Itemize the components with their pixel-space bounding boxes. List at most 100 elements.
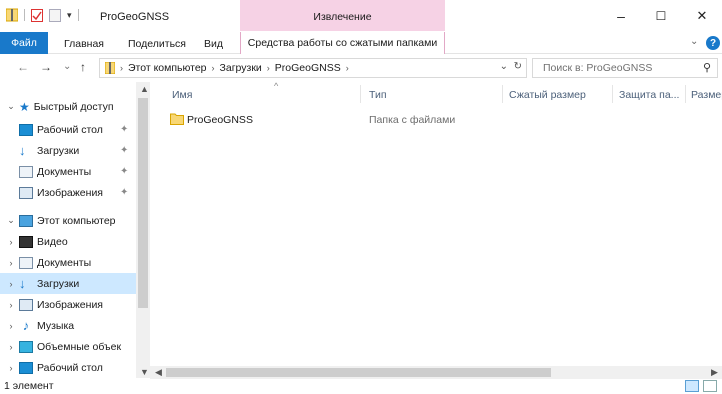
chevron-right-icon[interactable]: › <box>7 237 15 247</box>
this-pc-node[interactable]: ⌄ Этот компьютер <box>0 210 136 231</box>
status-bar: 1 элемент <box>0 379 722 394</box>
column-separator[interactable] <box>612 85 613 103</box>
help-icon[interactable]: ? <box>706 36 720 50</box>
navigation-pane: ⌄ ★ Быстрый доступ Рабочий стол ✦ ↓ Загр… <box>0 82 150 378</box>
file-name[interactable]: ProGeoGNSS <box>187 114 253 126</box>
chevron-right-icon[interactable]: › <box>346 63 349 73</box>
chevron-right-icon[interactable]: › <box>7 342 15 352</box>
chevron-right-icon[interactable]: › <box>7 321 15 331</box>
chevron-right-icon[interactable]: › <box>212 63 215 73</box>
navigation-bar: ← → ⌄ ↑ › Этот компьютер › Загрузки › Pr… <box>0 55 722 81</box>
customize-qat-icon[interactable]: ▾ <box>67 10 72 21</box>
documents-icon <box>19 165 33 178</box>
address-dropdown-icon[interactable]: ⌄ <box>500 61 508 72</box>
title-bar: ▾ ProGeoGNSS Извлечение – ☐ ✕ <box>0 0 722 32</box>
tab-view[interactable]: Вид <box>204 38 223 50</box>
sidebar-item-this-pc: Этот компьютер <box>37 214 116 227</box>
large-icons-view-icon[interactable] <box>703 380 717 392</box>
refresh-icon[interactable]: ↻ <box>514 61 522 72</box>
ribbon-tabs: Файл Главная Поделиться Вид Средства раб… <box>0 32 722 54</box>
download-icon: ↓ <box>19 142 26 158</box>
sidebar-item-desktop[interactable]: Рабочий стол ✦ <box>0 119 136 140</box>
context-group-title: Извлечение <box>313 11 372 23</box>
sidebar-item-documents[interactable]: › Документы <box>0 252 136 273</box>
column-header-size[interactable]: Размер <box>691 89 722 101</box>
chevron-right-icon[interactable]: › <box>7 258 15 268</box>
search-icon[interactable]: ⚲ <box>703 61 711 74</box>
column-separator[interactable] <box>685 85 686 103</box>
maximize-button[interactable]: ☐ <box>641 0 681 31</box>
sidebar-item-pictures[interactable]: › Изображения <box>0 294 136 315</box>
chevron-right-icon[interactable]: › <box>120 63 123 73</box>
tab-file[interactable]: Файл <box>0 32 48 54</box>
column-header-protection[interactable]: Защита па... <box>619 89 679 101</box>
horizontal-scroll-thumb[interactable] <box>166 368 551 377</box>
chevron-down-icon[interactable]: ⌄ <box>7 101 15 112</box>
column-header-type[interactable]: Тип <box>369 89 387 101</box>
forward-button[interactable]: → <box>40 60 52 74</box>
pin-icon[interactable]: ✦ <box>120 124 128 135</box>
chevron-down-icon[interactable]: ⌄ <box>7 215 15 226</box>
breadcrumb-progeognss[interactable]: ProGeoGNSS <box>275 62 341 74</box>
folder-icon[interactable] <box>170 112 184 125</box>
search-box[interactable]: Поиск в: ProGeoGNSS ⚲ <box>532 58 718 78</box>
sidebar-item-pictures-quick[interactable]: Изображения ✦ <box>0 182 136 203</box>
3d-objects-icon <box>19 340 33 353</box>
sidebar-item-videos[interactable]: › Видео <box>0 231 136 252</box>
address-bar[interactable]: › Этот компьютер › Загрузки › ProGeoGNSS… <box>99 58 527 78</box>
sidebar-scroll-thumb[interactable] <box>138 98 148 308</box>
scroll-up-icon[interactable]: ▲ <box>140 84 149 94</box>
sidebar-item-documents-quick[interactable]: Документы ✦ <box>0 161 136 182</box>
sidebar-item-downloads-quick[interactable]: ↓ Загрузки ✦ <box>0 140 136 161</box>
sidebar-item-label: Рабочий стол <box>37 123 103 136</box>
scroll-right-icon[interactable]: ▶ <box>711 367 718 378</box>
minimize-button[interactable]: – <box>601 0 641 31</box>
sidebar-item-music[interactable]: › ♪ Музыка <box>0 315 136 336</box>
tab-share[interactable]: Поделиться <box>128 38 186 50</box>
pin-icon[interactable]: ✦ <box>120 187 128 198</box>
breadcrumb-downloads[interactable]: Загрузки <box>220 62 262 74</box>
pin-icon[interactable]: ✦ <box>120 145 128 156</box>
sidebar-item-label: Музыка <box>37 319 75 332</box>
separator <box>77 9 79 21</box>
properties-icon[interactable] <box>31 8 43 22</box>
expand-ribbon-icon[interactable]: ⌄ <box>690 36 698 47</box>
chevron-right-icon[interactable]: › <box>267 63 270 73</box>
file-list: ^ Имя Тип Сжатый размер Защита па... Раз… <box>150 81 722 366</box>
star-icon: ★ <box>19 99 30 114</box>
item-count: 1 элемент <box>4 380 54 392</box>
back-button[interactable]: ← <box>17 60 29 74</box>
recent-locations-button[interactable]: ⌄ <box>63 61 71 72</box>
sidebar-item-3d-objects[interactable]: › Объемные объек <box>0 336 136 357</box>
breadcrumb-this-pc[interactable]: Этот компьютер <box>128 62 207 74</box>
sidebar-item-label: Видео <box>37 235 68 248</box>
zip-folder-icon <box>6 8 18 22</box>
sidebar-item-downloads[interactable]: › ↓ Загрузки <box>0 273 136 294</box>
pin-icon[interactable]: ✦ <box>120 166 128 177</box>
context-tab-group-header: Извлечение <box>240 0 445 31</box>
chevron-right-icon[interactable]: › <box>7 279 15 289</box>
sidebar-item-desktop-pc[interactable]: › Рабочий стол <box>0 357 136 378</box>
sort-ascending-icon: ^ <box>274 81 279 91</box>
search-input[interactable]: Поиск в: ProGeoGNSS <box>543 62 652 74</box>
details-view-icon[interactable] <box>685 380 699 392</box>
up-button[interactable]: ↑ <box>80 60 86 74</box>
column-separator[interactable] <box>360 85 361 103</box>
quick-access-node[interactable]: ⌄ ★ Быстрый доступ <box>0 96 136 117</box>
close-button[interactable]: ✕ <box>682 0 722 31</box>
chevron-right-icon[interactable]: › <box>7 300 15 310</box>
tab-compressed-tools[interactable]: Средства работы со сжатыми папками <box>240 32 445 54</box>
sidebar-item-label: Изображения <box>37 186 103 199</box>
music-icon: ♪ <box>22 317 30 333</box>
column-separator[interactable] <box>502 85 503 103</box>
sidebar-item-label: Документы <box>37 165 92 178</box>
tab-home[interactable]: Главная <box>64 38 104 50</box>
scroll-left-icon[interactable]: ◀ <box>155 367 162 378</box>
new-folder-icon[interactable] <box>49 8 61 22</box>
column-header-compressed-size[interactable]: Сжатый размер <box>509 89 586 101</box>
column-header-name[interactable]: Имя <box>172 89 192 101</box>
pictures-icon <box>19 298 33 311</box>
file-type: Папка с файлами <box>369 114 456 126</box>
chevron-right-icon[interactable]: › <box>7 363 15 373</box>
scroll-down-icon[interactable]: ▼ <box>140 367 149 377</box>
